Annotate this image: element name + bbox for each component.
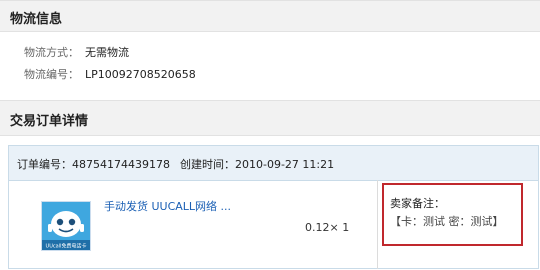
logistics-method-row: 物流方式： 无需物流 <box>24 44 129 60</box>
logistics-method-label: 物流方式： <box>24 46 79 59</box>
price-quantity: 0.12× 1 <box>305 221 350 234</box>
order-number-label: 订单编号： <box>17 158 72 171</box>
order-card-header: 订单编号：48754174439178 创建时间：2010-09-27 11:21 <box>9 146 538 181</box>
seller-note-box: 卖家备注： 【卡：测试 密：测试】 <box>382 183 523 246</box>
product-thumbnail[interactable]: UUcall免费电话卡 <box>41 201 91 251</box>
seller-note-label: 卖家备注： <box>390 197 445 210</box>
logistics-number-value: LP10092708520658 <box>85 68 196 81</box>
product-title-link[interactable]: 手动发货 UUCALL网络 ... <box>104 198 231 214</box>
logistics-number-label: 物流编号： <box>24 68 79 81</box>
column-divider <box>377 180 378 269</box>
logistics-section-title: 物流信息 <box>10 12 63 27</box>
product-thumb-caption: UUcall免费电话卡 <box>46 243 87 250</box>
order-number-value: 48754174439178 <box>72 158 170 171</box>
order-meta: 订单编号：48754174439178 创建时间：2010-09-27 11:21 <box>17 156 334 172</box>
logistics-section-header: 物流信息 <box>0 0 540 32</box>
order-created-value: 2010-09-27 11:21 <box>234 158 335 171</box>
order-created-label: 创建时间： <box>179 158 235 171</box>
seller-note-value: 【卡：测试 密：测试】 <box>390 215 504 228</box>
logistics-number-row: 物流编号： LP10092708520658 <box>24 66 196 82</box>
uucall-logo-icon: UUcall免费电话卡 <box>42 202 90 250</box>
order-section-title: 交易订单详情 <box>10 114 89 129</box>
logistics-method-value: 无需物流 <box>85 46 129 59</box>
order-section-header: 交易订单详情 <box>0 100 540 136</box>
order-card: 订单编号：48754174439178 创建时间：2010-09-27 11:21… <box>8 145 539 269</box>
